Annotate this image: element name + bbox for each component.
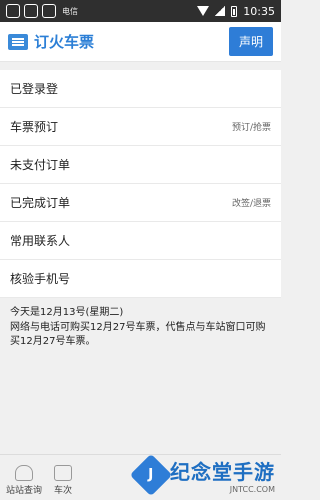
menu-item-label: 已完成订单 [10, 196, 71, 210]
menu-icon[interactable] [8, 33, 28, 50]
statement-button[interactable]: 声明 [228, 27, 273, 56]
list-icon [54, 465, 73, 481]
menu-item-sub: 预订/抢票 [231, 123, 271, 133]
app-bar: 订火车票 声明 [0, 22, 281, 62]
notification-icon [24, 4, 38, 18]
sale-notice: 今天是12月13号(星期二) 网络与电话可购买12月27号车票，代售点与车站窗口… [0, 298, 281, 358]
menu-list: 已登录登 车票预订 预订/抢票 未支付订单 已完成订单 改签/退票 常用联系人 … [0, 70, 281, 298]
page-title: 订火车票 [34, 33, 95, 51]
carrier-label: 电信 [62, 6, 78, 16]
status-time: 10:35 [243, 4, 275, 18]
menu-item-ticket-booking[interactable]: 车票预订 预订/抢票 [0, 108, 281, 146]
menu-item-sub: 改签/退票 [231, 199, 271, 209]
notification-icon [42, 4, 56, 18]
menu-item-label: 未支付订单 [10, 158, 71, 172]
battery-icon [231, 5, 238, 17]
watermark-sub: JNTCC.COM [229, 485, 275, 494]
menu-item-label: 常用联系人 [10, 234, 71, 248]
notification-icon [6, 4, 20, 18]
train-icon [15, 465, 33, 481]
nav-station-query[interactable]: 站站查询 [0, 461, 48, 500]
notice-detail: 网络与电话可购买12月27号车票，代售点与车站窗口可购买12月27号车票。 [10, 321, 266, 348]
status-bar: 电信 10:35 [0, 0, 281, 22]
menu-item-completed-orders[interactable]: 已完成订单 改签/退票 [0, 184, 281, 222]
menu-item-verify-phone[interactable]: 核验手机号 [0, 260, 281, 298]
login-status-item[interactable]: 已登录登 [0, 70, 281, 108]
signal-icon [215, 6, 226, 16]
menu-item-contacts[interactable]: 常用联系人 [0, 222, 281, 260]
nav-label: 站站查询 [6, 486, 43, 496]
watermark: J 纪念堂手游 JNTCC.COM [129, 453, 275, 497]
menu-item-unpaid-orders[interactable]: 未支付订单 [0, 146, 281, 184]
notification-icons [6, 4, 56, 18]
wifi-icon [197, 6, 210, 16]
watermark-logo-icon: J [129, 453, 173, 497]
notice-date: 今天是12月13号(星期二) [10, 307, 124, 318]
nav-train-number[interactable]: 车次 [48, 461, 78, 500]
menu-item-label: 核验手机号 [10, 272, 71, 286]
login-status-label: 已登录登 [10, 82, 59, 96]
watermark-title: 纪念堂手游 [170, 460, 275, 484]
nav-label: 车次 [54, 486, 73, 496]
menu-item-label: 车票预订 [10, 120, 59, 134]
